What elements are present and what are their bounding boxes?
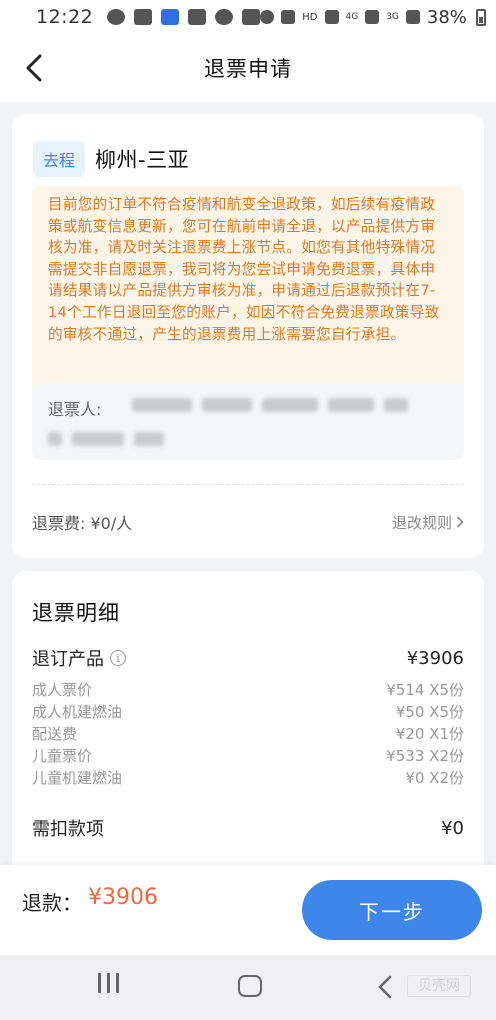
detail-title: 退票明细 [32, 601, 120, 625]
redacted-name [328, 398, 374, 412]
page-title: 退票申请 [204, 57, 292, 81]
list-item: 配送费 ¥20 X1份 [32, 723, 464, 745]
list-item: 成人机建燃油 ¥50 X5份 [32, 701, 464, 723]
redacted-name [48, 432, 62, 446]
route-row: 去程 柳州-三亚 [33, 141, 189, 177]
list-item: 儿童票价 ¥533 X2份 [32, 745, 464, 767]
app-notification-icon [161, 9, 180, 25]
nav-header: 退票申请 [0, 34, 496, 102]
next-step-button[interactable]: 下一步 [302, 880, 482, 940]
divider [32, 484, 464, 485]
redacted-name [262, 398, 318, 412]
item-value: ¥20 X1份 [395, 725, 464, 743]
status-time: 12:22 [36, 6, 94, 28]
recents-bar-icon [107, 973, 110, 993]
refund-amount: ¥3906 [88, 885, 158, 910]
hd-label: HD [302, 11, 318, 23]
item-value: ¥0 X2份 [405, 769, 464, 787]
item-name: 儿童票价 [32, 747, 93, 765]
refund-rules-link[interactable]: 退改规则 [392, 512, 464, 533]
voicemail-icon [188, 9, 207, 25]
signal-4g-label: 4G [345, 12, 359, 22]
product-label-wrap: 退订产品 i [32, 645, 126, 671]
passenger-names-redacted [132, 398, 408, 412]
car-icon [215, 9, 234, 25]
rules-link-label: 退改规则 [391, 513, 452, 532]
redacted-name [72, 432, 124, 446]
watermark-logo: 贝壳网 [407, 975, 471, 997]
battery-level: 38% [426, 6, 467, 28]
home-button[interactable] [238, 975, 262, 997]
notification-icons [107, 9, 261, 25]
chevron-left-icon [26, 54, 42, 82]
item-name: 配送费 [32, 725, 78, 743]
refund-label: 退款： [22, 891, 82, 915]
status-bar: 12:22 HD 4G 3G 38% [0, 0, 496, 34]
product-total: ¥3906 [406, 647, 464, 669]
item-value: ¥533 X2份 [386, 747, 464, 765]
wechat-icon [107, 9, 126, 25]
recents-button[interactable] [98, 973, 119, 993]
product-label: 退订产品 [32, 649, 104, 670]
signal-icon-2 [405, 10, 420, 24]
system-back-button[interactable] [378, 975, 392, 1003]
refund-detail-card: 退票明细 退订产品 i ¥3906 成人票价 ¥514 X5份 成人机建燃油 ¥… [12, 571, 484, 871]
chevron-right-icon [456, 516, 464, 528]
refund-fee: 退票费: ¥0/人 [32, 514, 133, 533]
redacted-name [384, 398, 408, 412]
recents-bar-icon [116, 973, 119, 993]
passenger-names-redacted-2 [48, 432, 448, 446]
battery-icon [475, 8, 486, 26]
redacted-name [202, 398, 252, 412]
passenger-box: 退票人: [32, 382, 464, 460]
detail-list: 成人票价 ¥514 X5份 成人机建燃油 ¥50 X5份 配送费 ¥20 X1份… [32, 679, 464, 789]
deduct-value: ¥0 [441, 817, 464, 839]
item-name: 儿童机建燃油 [32, 769, 123, 787]
deduct-label: 需扣款项 [32, 819, 104, 840]
chevron-left-icon [378, 975, 392, 999]
item-name: 成人票价 [32, 681, 93, 699]
product-row: 退订产品 i ¥3906 [32, 645, 464, 671]
wifi-icon [324, 10, 339, 24]
alarm-icon [260, 10, 275, 24]
mute-icon [281, 10, 296, 24]
signal-icon [365, 10, 380, 24]
image-icon [242, 9, 261, 25]
trip-direction-badge: 去程 [33, 141, 86, 177]
info-icon[interactable]: i [110, 650, 126, 666]
item-value: ¥50 X5份 [395, 703, 464, 721]
signal-3g-label: 3G [386, 12, 399, 22]
back-button[interactable] [18, 50, 50, 86]
item-value: ¥514 X5份 [386, 681, 464, 699]
refund-info-card: 去程 柳州-三亚 目前您的订单不符合疫情和航变全退政策，如后续有疫情政策或航变信… [12, 114, 484, 558]
list-item: 儿童机建燃油 ¥0 X2份 [32, 767, 464, 789]
item-name: 成人机建燃油 [32, 703, 123, 721]
redacted-name [132, 398, 192, 412]
recents-bar-icon [98, 973, 101, 993]
bottom-action-bar: 退款： ¥3906 下一步 [0, 865, 496, 955]
system-icons: HD 4G 3G 38% [260, 7, 486, 28]
deduct-row: 需扣款项 ¥0 [32, 815, 464, 841]
passenger-label: 退票人: [48, 400, 102, 419]
redacted-name [134, 432, 164, 446]
list-item: 成人票价 ¥514 X5份 [32, 679, 464, 701]
fee-row: 退票费: ¥0/人 退改规则 [32, 510, 464, 534]
alipay-icon [134, 9, 153, 25]
route-text: 柳州-三亚 [95, 148, 190, 172]
